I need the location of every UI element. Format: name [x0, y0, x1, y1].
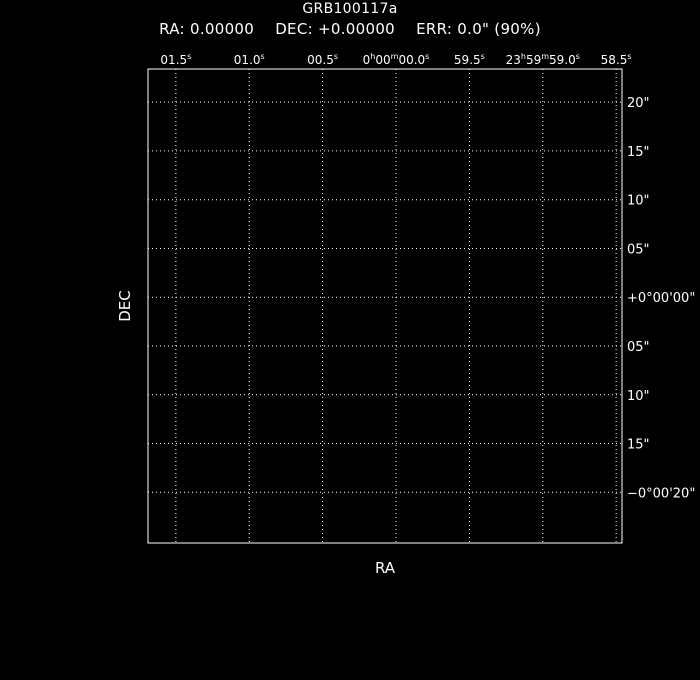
ra-tick-label: 01.0s — [234, 52, 265, 67]
dec-tick-label: 10" — [627, 194, 650, 209]
dec-tick-label: 15" — [627, 438, 650, 453]
grid-lines — [148, 69, 622, 543]
ra-tick-label: 59.5s — [454, 52, 485, 67]
ra-tick-label: 00.5s — [307, 52, 338, 67]
ra-tick-labels: 01.5s 01.0s 00.5s 0h00m00.0s 59.5s 23h59m59.0… — [160, 52, 631, 67]
ra-tick-label: 0h00m00.0s — [363, 52, 430, 67]
dec-tick-label: 20" — [627, 96, 650, 111]
plot-frame — [147, 68, 623, 544]
y-axis-label: DEC — [116, 290, 134, 322]
ra-tick-label: 23h59m59.0s — [506, 52, 580, 67]
ra-tick-label: 58.5s — [601, 52, 632, 67]
dec-tick-label: 10" — [627, 389, 650, 404]
finding-chart: 01.5s 01.0s 00.5s 0h00m00.0s 59.5s 23h59m59.0… — [116, 52, 695, 577]
dec-tick-label: 15" — [627, 145, 650, 160]
ra-tick-label: 01.5s — [160, 52, 191, 67]
dec-tick-label: −0°00'20" — [627, 486, 695, 501]
dec-tick-label: 05" — [627, 340, 650, 355]
dec-tick-labels: 20" 15" 10" 05" +0°00'00" 05" 10" 15" −0°00'20" — [627, 96, 695, 501]
x-axis-label: RA — [375, 559, 396, 577]
dec-tick-label: 05" — [627, 242, 650, 257]
dec-tick-label: +0°00'00" — [627, 291, 695, 306]
